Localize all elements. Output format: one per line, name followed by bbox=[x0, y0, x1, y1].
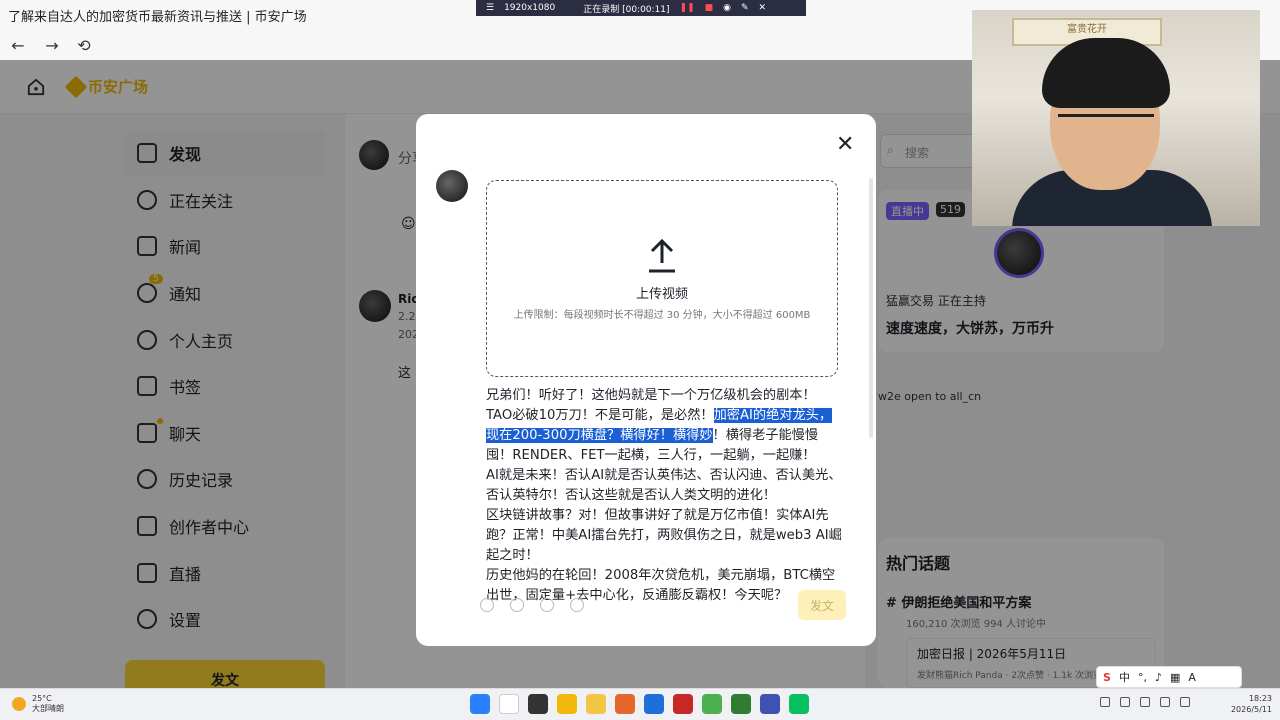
wechat-icon[interactable] bbox=[789, 694, 809, 714]
battery-icon[interactable] bbox=[1180, 697, 1190, 707]
image-icon[interactable] bbox=[510, 598, 524, 612]
compose-modal: ✕ 上传视频 上传限制：每段视频时长不得超过 30 分钟，大小不得超过 600M… bbox=[416, 114, 876, 646]
pen-icon[interactable]: ✎ bbox=[741, 3, 749, 13]
post-paragraph: TAO必破10万刀！不是可能，是必然！加密AI的绝对龙头，现在200-300刀横… bbox=[486, 408, 833, 463]
file-explorer-icon[interactable] bbox=[586, 694, 606, 714]
glasses bbox=[1058, 114, 1154, 134]
forward-button[interactable]: → bbox=[42, 36, 62, 55]
ai-icon[interactable]: A bbox=[1188, 671, 1196, 684]
network-icon[interactable] bbox=[1140, 697, 1150, 707]
weather-widget[interactable]: 25°C 大部晴朗 bbox=[12, 694, 64, 714]
keyboard-icon[interactable]: ▦ bbox=[1170, 671, 1180, 684]
recorder-resolution: 1920x1080 bbox=[504, 3, 556, 13]
system-tray bbox=[1100, 697, 1190, 707]
modal-scrollbar[interactable] bbox=[869, 178, 873, 438]
video-icon[interactable] bbox=[540, 598, 554, 612]
person-hair bbox=[1042, 38, 1170, 108]
video-upload-area[interactable]: 上传视频 上传限制：每段视频时长不得超过 30 分钟，大小不得超过 600MB bbox=[486, 180, 838, 377]
weather-desc: 大部晴朗 bbox=[32, 704, 64, 713]
composer-toolbar bbox=[480, 598, 584, 612]
sogou-icon: S bbox=[1103, 670, 1111, 684]
emoji-icon[interactable] bbox=[480, 598, 494, 612]
bluetooth-icon[interactable] bbox=[1120, 697, 1130, 707]
temperature: 25°C bbox=[32, 694, 52, 703]
app-icon[interactable] bbox=[760, 694, 780, 714]
ime-mode[interactable]: 中 bbox=[1119, 669, 1130, 685]
poll-icon[interactable] bbox=[570, 598, 584, 612]
punctuation-icon[interactable]: °, bbox=[1138, 671, 1147, 684]
search-icon[interactable] bbox=[499, 694, 519, 714]
upload-icon bbox=[649, 238, 675, 273]
recorder-app-icon[interactable] bbox=[673, 694, 693, 714]
menu-icon[interactable]: ☰ bbox=[486, 3, 494, 13]
stop-icon[interactable]: ■ bbox=[705, 3, 714, 13]
post-paragraph: 区块链讲故事？对！但故事讲好了就是万亿市值！实体AI先跑？正常！中美AI擂台先打… bbox=[486, 508, 842, 563]
clock[interactable]: 18:23 2026/5/11 bbox=[1222, 693, 1272, 715]
post-text-editor[interactable]: 兄弟们！听好了！这他妈就是下一个万亿级机会的剧本！ TAO必破10万刀！不是可能… bbox=[486, 386, 842, 606]
chrome-icon[interactable] bbox=[702, 694, 722, 714]
app-icon[interactable] bbox=[731, 694, 751, 714]
screen-recorder-bar: ☰ 1920x1080 正在录制 [00:00:11] ❚❚ ■ ◉ ✎ ✕ bbox=[476, 0, 806, 16]
taskbar-apps bbox=[470, 694, 809, 714]
chevron-up-icon[interactable] bbox=[1100, 697, 1110, 707]
webcam-feed: 富贵花开 bbox=[972, 10, 1260, 226]
windows-start-icon[interactable] bbox=[470, 694, 490, 714]
ime-toolbar[interactable]: S 中 °, ♪ ▦ A bbox=[1096, 666, 1242, 688]
volume-icon[interactable] bbox=[1160, 697, 1170, 707]
post-paragraph: 兄弟们！听好了！这他妈就是下一个万亿级机会的剧本！ bbox=[486, 388, 816, 403]
mic-icon[interactable]: ♪ bbox=[1155, 671, 1162, 684]
camera-icon[interactable]: ◉ bbox=[723, 3, 731, 13]
upload-hint: 上传限制：每段视频时长不得超过 30 分钟，大小不得超过 600MB bbox=[513, 310, 811, 321]
reload-button[interactable]: ⟲ bbox=[74, 36, 94, 55]
upload-title: 上传视频 bbox=[635, 287, 688, 302]
window-title: 了解来自达人的加密货币最新资讯与推送 | 币安广场 bbox=[8, 10, 307, 25]
close-icon[interactable]: ✕ bbox=[836, 132, 854, 157]
post-paragraph: AI就是未来！否认AI就是否认英伟达、否认闪迪、否认美光、否认英特尔！否认这些就… bbox=[486, 468, 842, 503]
pause-icon[interactable]: ❚❚ bbox=[680, 3, 695, 13]
taskbar: 25°C 大部晴朗 18:23 2026/5/11 bbox=[0, 688, 1280, 720]
search-app-icon[interactable] bbox=[615, 694, 635, 714]
back-button[interactable]: ← bbox=[8, 36, 28, 55]
avatar bbox=[436, 170, 468, 202]
recorder-status: 正在录制 [00:00:11] bbox=[583, 4, 670, 15]
edge-icon[interactable] bbox=[644, 694, 664, 714]
task-view-icon[interactable] bbox=[528, 694, 548, 714]
send-button[interactable]: 发文 bbox=[798, 590, 846, 620]
close-recorder-icon[interactable]: ✕ bbox=[759, 3, 767, 13]
sun-icon bbox=[12, 697, 26, 711]
binance-app-icon[interactable] bbox=[557, 694, 577, 714]
